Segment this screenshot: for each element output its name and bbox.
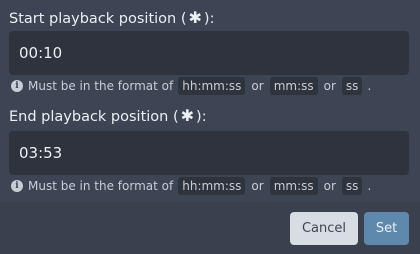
dialog-footer: Cancel Set [0, 202, 420, 254]
playback-form: Start playback position (✱): 00:10 i Mus… [0, 0, 420, 202]
end-position-input[interactable]: 03:53 [9, 131, 409, 175]
format-code: ss [341, 177, 363, 195]
required-asterisk-icon: ✱ [180, 106, 195, 125]
format-code: hh:mm:ss [178, 177, 246, 195]
format-code: ss [341, 77, 363, 95]
required-asterisk-icon: ✱ [188, 8, 202, 27]
end-position-hint: i Must be in the format of hh:mm:ss or m… [11, 177, 371, 195]
end-position-label: End playback position (✱): [9, 106, 207, 126]
info-icon: i [11, 180, 23, 192]
format-code: mm:ss [269, 177, 318, 195]
format-code: mm:ss [269, 77, 318, 95]
start-position-hint: i Must be in the format of hh:mm:ss or m… [11, 77, 371, 95]
set-button[interactable]: Set [364, 212, 409, 245]
format-code: hh:mm:ss [178, 77, 246, 95]
start-position-label: Start playback position (✱): [9, 8, 215, 28]
info-icon: i [11, 80, 23, 92]
cancel-button[interactable]: Cancel [290, 212, 358, 245]
start-position-input[interactable]: 00:10 [9, 31, 409, 75]
